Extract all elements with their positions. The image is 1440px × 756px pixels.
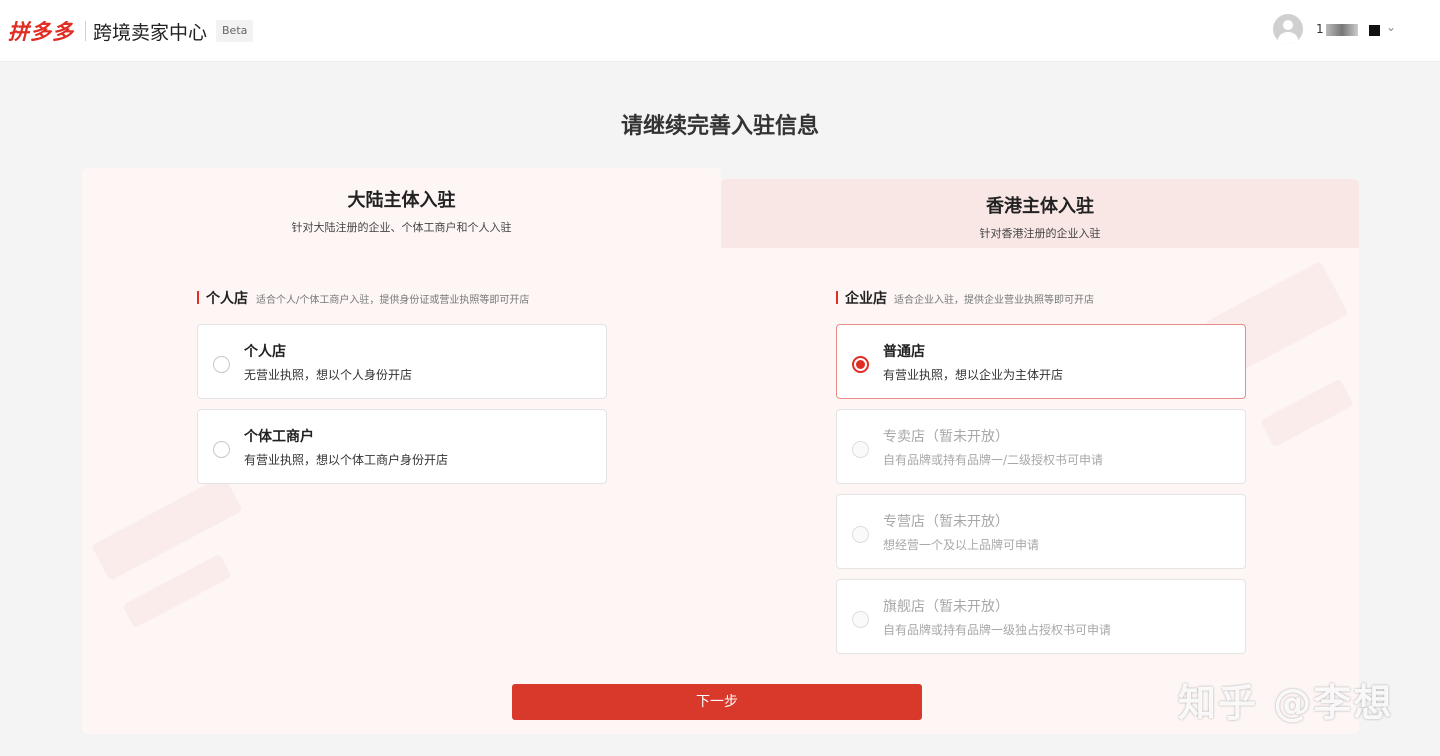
- beta-badge: Beta: [216, 20, 254, 42]
- option-specialty-store: 专营店（暂未开放） 想经营一个及以上品牌可申请: [836, 494, 1246, 569]
- option-title: 专营店（暂未开放）: [883, 514, 1009, 530]
- top-header: 拼多多 跨境卖家中心 Beta 1 ⌄: [0, 0, 1440, 62]
- tab-mainland-title: 大陆主体入驻: [347, 190, 456, 211]
- tab-hongkong-title: 香港主体入驻: [986, 196, 1094, 217]
- page-title: 请继续完善入驻信息: [620, 114, 819, 139]
- tab-hongkong[interactable]: 香港主体入驻 针对香港注册的企业入驻: [721, 179, 1359, 248]
- tab-mainland-subtitle: 针对大陆注册的企业、个体工商户和个人入驻: [291, 221, 512, 234]
- tab-hongkong-subtitle: 针对香港注册的企业入驻: [979, 227, 1101, 240]
- option-desc: 有营业执照，想以个体工商户身份开店: [244, 453, 449, 467]
- personal-section-header: 个人店 适合个人/个体工商户入驻，提供身份证或营业执照等即可开店: [197, 288, 607, 307]
- zhihu-watermark: 知乎 @李想: [1178, 681, 1394, 725]
- option-exclusive-store: 专卖店（暂未开放） 自有品牌或持有品牌一/二级授权书可申请: [836, 409, 1246, 484]
- option-title: 旗舰店（暂未开放）: [883, 599, 1009, 615]
- option-desc: 自有品牌或持有品牌一级独占授权书可申请: [883, 623, 1112, 637]
- personal-section-title: 个人店: [206, 291, 248, 307]
- next-step-button[interactable]: 下一步: [512, 684, 922, 720]
- logo-divider: [85, 21, 86, 41]
- option-title: 专卖店（暂未开放）: [883, 429, 1009, 445]
- radio-button[interactable]: [213, 356, 230, 373]
- radio-button-checked[interactable]: [852, 356, 869, 373]
- radio-button[interactable]: [213, 441, 230, 458]
- option-title: 个体工商户: [244, 429, 314, 445]
- option-title: 普通店: [883, 344, 925, 360]
- enterprise-section-header: 企业店 适合企业入驻，提供企业营业执照等即可开店: [836, 288, 1246, 307]
- background-decoration: [1260, 378, 1354, 448]
- option-individual-business[interactable]: 个体工商户 有营业执照，想以个体工商户身份开店: [197, 409, 607, 484]
- option-desc: 想经营一个及以上品牌可申请: [883, 538, 1040, 552]
- option-desc: 自有品牌或持有品牌一/二级授权书可申请: [883, 453, 1104, 467]
- tab-mainland[interactable]: 大陆主体入驻 针对大陆注册的企业、个体工商户和个人入驻: [82, 168, 721, 248]
- option-flagship-store: 旗舰店（暂未开放） 自有品牌或持有品牌一级独占授权书可申请: [836, 579, 1246, 654]
- radio-button-disabled: [852, 526, 869, 543]
- user-avatar-icon[interactable]: [1273, 14, 1303, 44]
- option-desc: 有营业执照，想以企业为主体开店: [883, 368, 1064, 382]
- form-panel: [82, 248, 1359, 734]
- option-desc: 无营业执照，想以个人身份开店: [244, 368, 413, 382]
- enterprise-section-desc: 适合企业入驻，提供企业营业执照等即可开店: [894, 295, 1094, 306]
- section-accent-bar: [836, 291, 838, 304]
- option-title: 个人店: [244, 344, 286, 360]
- option-standard-store[interactable]: 普通店 有营业执照，想以企业为主体开店: [836, 324, 1246, 399]
- username-redacted: [1326, 24, 1358, 36]
- chevron-down-icon[interactable]: ⌄: [1386, 20, 1396, 34]
- option-personal-shop[interactable]: 个人店 无营业执照，想以个人身份开店: [197, 324, 607, 399]
- section-accent-bar: [197, 291, 199, 304]
- radio-button-disabled: [852, 611, 869, 628]
- shop-icon[interactable]: [1369, 25, 1380, 36]
- pinduoduo-logo[interactable]: 拼多多: [8, 16, 74, 46]
- username-label[interactable]: 1: [1316, 22, 1324, 36]
- seller-center-title: 跨境卖家中心: [93, 22, 208, 44]
- enterprise-section-title: 企业店: [845, 291, 887, 307]
- radio-button-disabled: [852, 441, 869, 458]
- personal-section-desc: 适合个人/个体工商户入驻，提供身份证或营业执照等即可开店: [256, 295, 530, 306]
